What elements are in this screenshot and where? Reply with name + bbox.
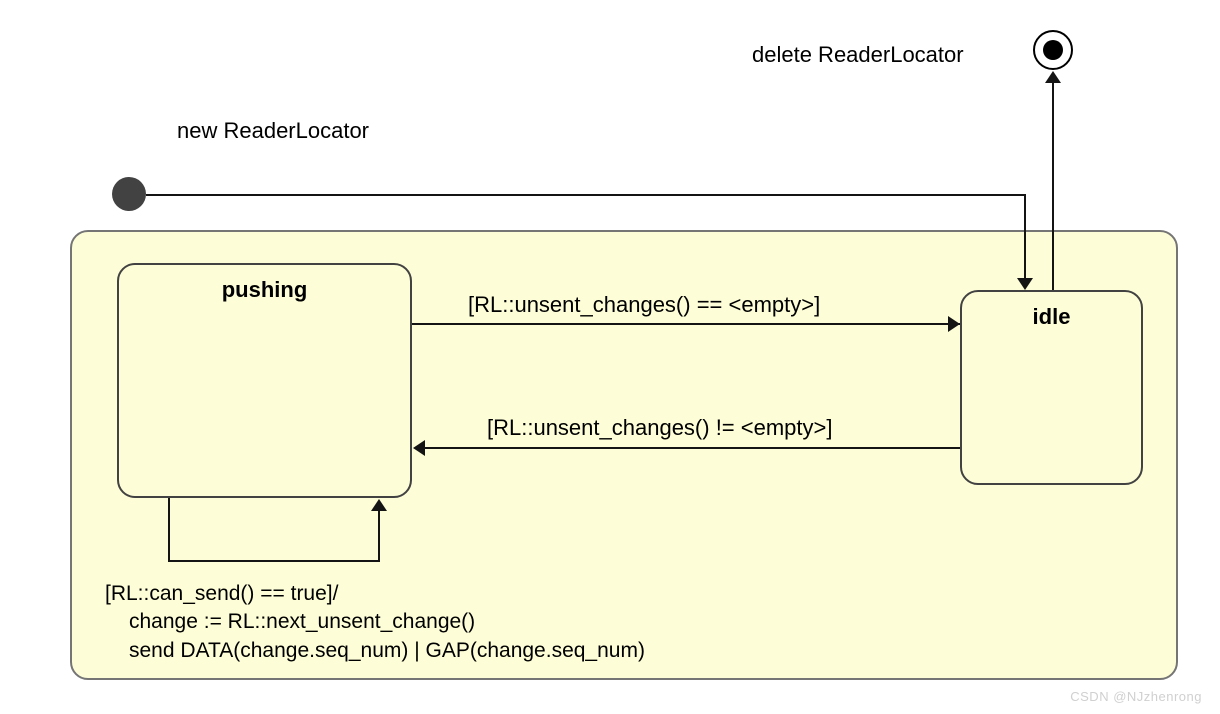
self-transition-action1: change := RL::next_unsent_change() bbox=[105, 608, 645, 636]
self-transition-text: [RL::can_send() == true]/ change := RL::… bbox=[105, 580, 645, 665]
self-transition-arrow-icon bbox=[371, 499, 387, 511]
self-transition-guard: [RL::can_send() == true]/ bbox=[105, 580, 645, 608]
transition-pushing-to-idle-arrow-icon bbox=[948, 316, 960, 332]
transition-pushing-to-idle-line bbox=[412, 323, 960, 325]
transition-idle-to-pushing-line bbox=[424, 447, 960, 449]
transition-pushing-to-idle-label: [RL::unsent_changes() == <empty>] bbox=[468, 292, 820, 318]
state-idle: idle bbox=[960, 290, 1143, 485]
transition-final-arrow-icon bbox=[1045, 71, 1061, 83]
transition-final-line bbox=[1052, 82, 1054, 290]
transition-initial-line-v bbox=[1024, 194, 1026, 282]
initial-state-label: new ReaderLocator bbox=[177, 118, 369, 144]
transition-idle-to-pushing-arrow-icon bbox=[413, 440, 425, 456]
final-state-icon bbox=[1033, 30, 1073, 70]
self-transition-h bbox=[168, 560, 380, 562]
self-transition-down1 bbox=[168, 498, 170, 560]
final-state-label: delete ReaderLocator bbox=[752, 42, 964, 68]
state-pushing-title: pushing bbox=[119, 265, 410, 303]
final-state-inner-icon bbox=[1043, 40, 1063, 60]
state-idle-title: idle bbox=[962, 292, 1141, 330]
state-pushing: pushing bbox=[117, 263, 412, 498]
watermark-text: CSDN @NJzhenrong bbox=[1070, 689, 1202, 704]
transition-initial-line-h bbox=[146, 194, 1026, 196]
transition-idle-to-pushing-label: [RL::unsent_changes() != <empty>] bbox=[487, 415, 832, 441]
initial-state-icon bbox=[112, 177, 146, 211]
self-transition-up2 bbox=[378, 510, 380, 562]
transition-initial-arrow-icon bbox=[1017, 278, 1033, 290]
self-transition-action2: send DATA(change.seq_num) | GAP(change.s… bbox=[105, 637, 645, 665]
